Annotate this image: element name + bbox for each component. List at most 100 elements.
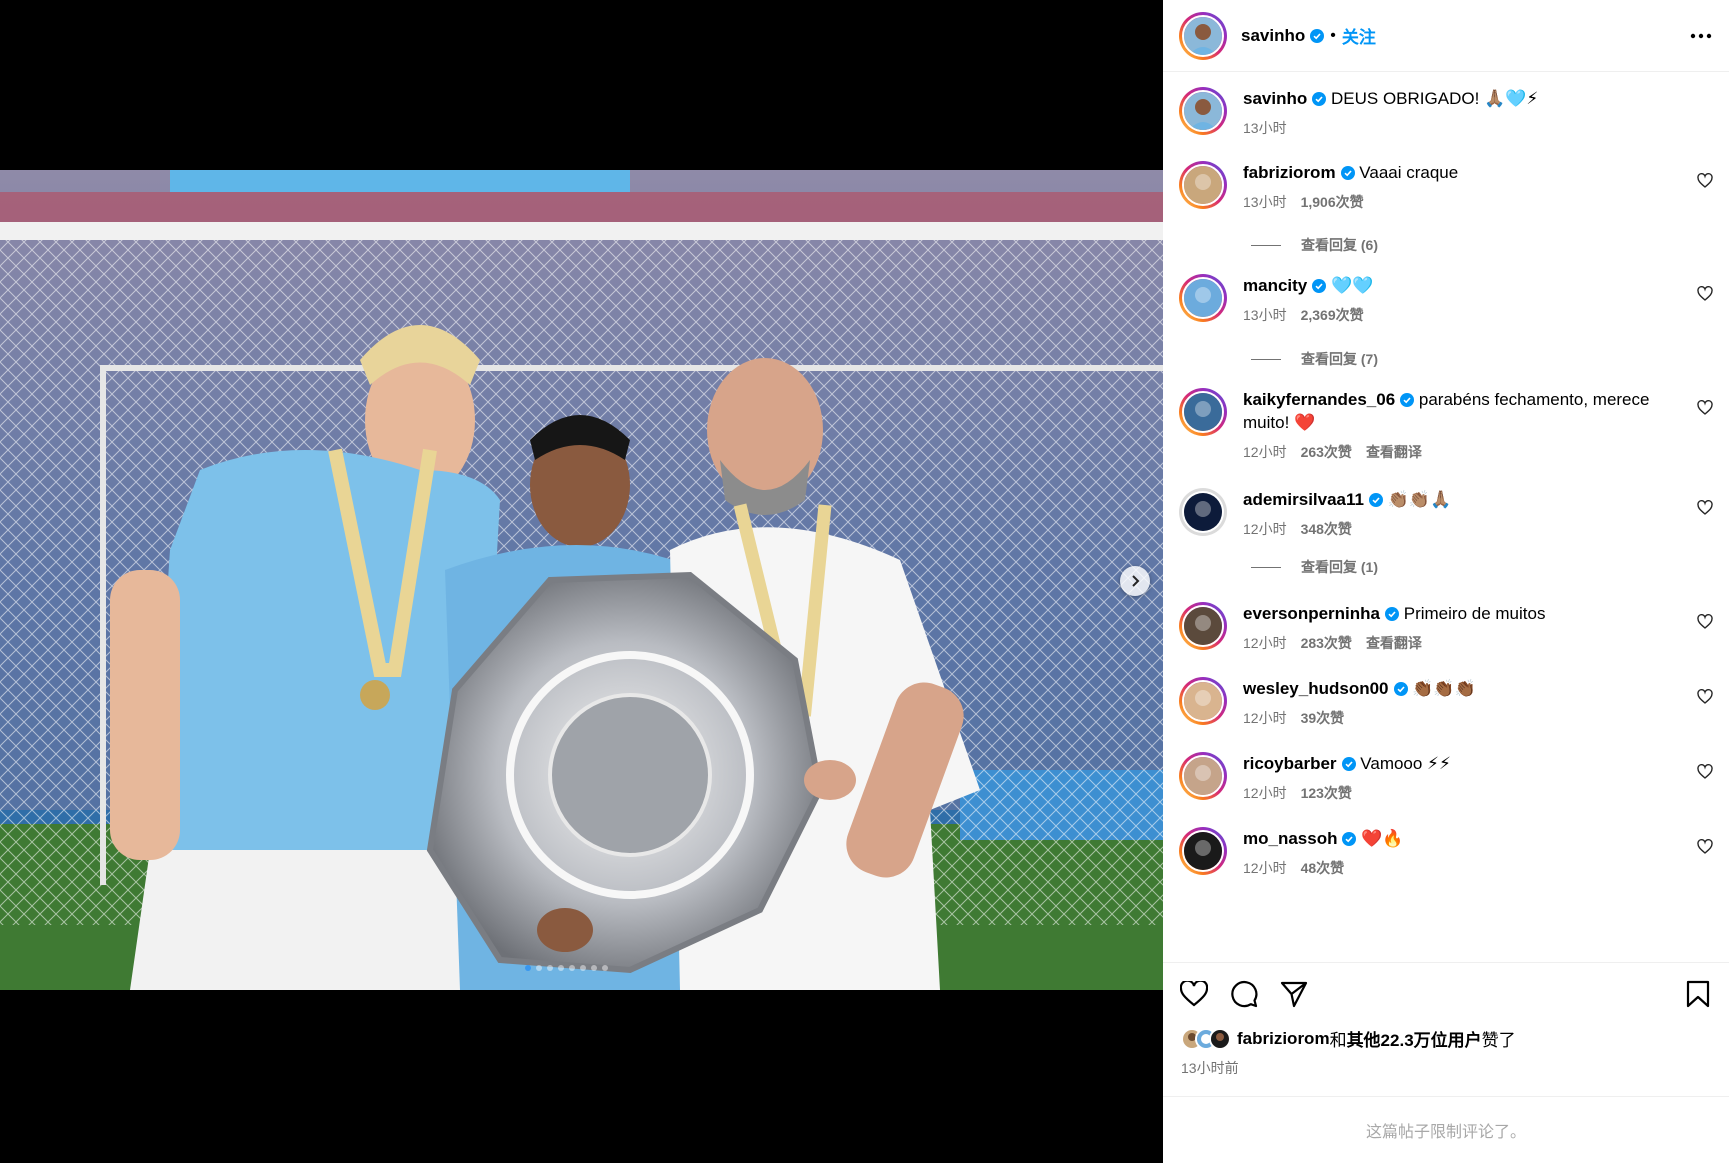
comment-likes[interactable]: 283次赞: [1301, 633, 1352, 653]
view-replies-button[interactable]: 查看回复 (6): [1251, 235, 1378, 255]
author-avatar[interactable]: [1179, 11, 1227, 60]
likes-others-link[interactable]: 其他22.3万位用户: [1347, 1026, 1482, 1051]
heart-icon[interactable]: [1697, 286, 1713, 302]
post-actions: [1163, 962, 1729, 1024]
view-replies-button[interactable]: 查看回复 (1): [1251, 557, 1378, 577]
commenter-username[interactable]: ademirsilvaa11: [1243, 490, 1364, 509]
comment-likes[interactable]: 2,369次赞: [1301, 305, 1364, 325]
translate-link[interactable]: 查看翻译: [1366, 633, 1422, 653]
comment-likes[interactable]: 39次赞: [1301, 708, 1345, 728]
comment-text: mo_nassoh ❤️🔥: [1243, 827, 1673, 850]
commenter-username[interactable]: fabriziorom: [1243, 163, 1336, 182]
verified-badge-icon: [1310, 28, 1325, 43]
avatar-image: [1182, 680, 1224, 722]
heart-icon[interactable]: [1697, 173, 1713, 189]
likes-and: 和: [1329, 1031, 1347, 1050]
verified-badge-icon: [1312, 279, 1327, 293]
comment-time[interactable]: 13小时: [1243, 305, 1287, 325]
comments-limited-notice: 这篇帖子限制评论了。: [1163, 1096, 1729, 1163]
caption-username[interactable]: savinho: [1243, 89, 1307, 108]
post-timestamp[interactable]: 13小时前: [1181, 1058, 1239, 1078]
comment-item: wesley_hudson00 👏🏾👏🏾👏🏾 12小时 39次赞: [1179, 677, 1713, 728]
commenter-username[interactable]: mo_nassoh: [1243, 829, 1337, 848]
commenter-avatar[interactable]: [1179, 274, 1227, 322]
follow-button[interactable]: 关注: [1342, 23, 1376, 48]
comment-text: wesley_hudson00 👏🏾👏🏾👏🏾: [1243, 677, 1673, 700]
more-options-button[interactable]: [1689, 24, 1713, 48]
carousel-dot: [591, 965, 597, 971]
verified-badge-icon: [1312, 92, 1327, 106]
likes-suffix: 赞了: [1481, 1031, 1516, 1050]
post-header: savinho • 关注: [1163, 0, 1729, 72]
post-photo: [0, 170, 1163, 990]
caption-avatar[interactable]: [1179, 87, 1227, 135]
header-separator: •: [1330, 26, 1336, 44]
verified-badge-icon: [1342, 832, 1357, 846]
carousel-next-button[interactable]: [1120, 566, 1150, 596]
comment-time[interactable]: 12小时: [1243, 708, 1287, 728]
carousel-dot: [525, 965, 531, 971]
comment-button[interactable]: [1229, 979, 1259, 1009]
carousel-dot: [602, 965, 608, 971]
commenter-avatar[interactable]: [1179, 752, 1227, 800]
bookmark-icon: [1686, 980, 1710, 1007]
avatar-image: [1182, 90, 1224, 132]
like-button[interactable]: [1179, 979, 1209, 1009]
comment-item: fabriziorom Vaaai craque 13小时 1,906次赞: [1179, 161, 1713, 212]
more-icon: [1690, 33, 1712, 38]
comment-time[interactable]: 12小时: [1243, 858, 1287, 878]
liker-username[interactable]: fabriziorom: [1237, 1029, 1330, 1049]
comment-likes[interactable]: 1,906次赞: [1301, 192, 1364, 212]
avatar-image: [1182, 830, 1224, 872]
replies-divider: [1251, 244, 1281, 246]
comment-item: ricoybarber Vamooo ⚡⚡ 12小时 123次赞: [1179, 752, 1713, 803]
avatar-image: [1182, 491, 1224, 533]
comment-text: fabriziorom Vaaai craque: [1243, 161, 1673, 184]
commenter-username[interactable]: ricoybarber: [1243, 754, 1337, 773]
heart-icon[interactable]: [1697, 839, 1713, 855]
heart-icon[interactable]: [1697, 500, 1713, 516]
carousel-indicator: [525, 965, 608, 971]
heart-icon[interactable]: [1697, 614, 1713, 630]
commenter-avatar[interactable]: [1179, 488, 1227, 536]
commenter-username[interactable]: wesley_hudson00: [1243, 679, 1389, 698]
comment-body: ❤️🔥: [1361, 829, 1404, 848]
translate-link[interactable]: 查看翻译: [1366, 442, 1422, 462]
comment-likes[interactable]: 123次赞: [1301, 783, 1352, 803]
share-button[interactable]: [1279, 979, 1309, 1009]
caption-body: DEUS OBRIGADO! 🙏🏽🩵⚡: [1330, 89, 1539, 108]
commenter-avatar[interactable]: [1179, 388, 1227, 436]
save-button[interactable]: [1683, 979, 1713, 1009]
comment-likes[interactable]: 48次赞: [1301, 858, 1345, 878]
commenter-username[interactable]: kaikyfernandes_06: [1243, 390, 1395, 409]
avatar-image: [1182, 14, 1224, 57]
view-replies-button[interactable]: 查看回复 (7): [1251, 349, 1378, 369]
liker-avatars[interactable]: [1181, 1027, 1231, 1050]
comment-time[interactable]: 12小时: [1243, 633, 1287, 653]
comment-time[interactable]: 12小时: [1243, 783, 1287, 803]
caption-time[interactable]: 13小时: [1243, 118, 1287, 138]
likes-summary: fabriziorom 和其他22.3万位用户 赞了: [1181, 1026, 1516, 1051]
comment-time[interactable]: 13小时: [1243, 192, 1287, 212]
heart-icon[interactable]: [1697, 400, 1713, 416]
comment-time[interactable]: 12小时: [1243, 519, 1287, 539]
comment-text: ricoybarber Vamooo ⚡⚡: [1243, 752, 1673, 775]
commenter-avatar[interactable]: [1179, 677, 1227, 725]
author-username[interactable]: savinho: [1241, 26, 1305, 46]
avatar-image: [1182, 605, 1224, 647]
commenter-username[interactable]: mancity: [1243, 276, 1307, 295]
commenter-username[interactable]: eversonperninha: [1243, 604, 1380, 623]
heart-icon: [1180, 980, 1208, 1006]
commenter-avatar[interactable]: [1179, 827, 1227, 875]
comment-time[interactable]: 12小时: [1243, 442, 1287, 462]
view-replies-label: 查看回复 (6): [1301, 237, 1378, 253]
heart-icon[interactable]: [1697, 689, 1713, 705]
comment-likes[interactable]: 263次赞: [1301, 442, 1352, 462]
comment-likes[interactable]: 348次赞: [1301, 519, 1352, 539]
avatar-image: [1182, 277, 1224, 319]
commenter-avatar[interactable]: [1179, 602, 1227, 650]
commenter-avatar[interactable]: [1179, 161, 1227, 209]
comments-list[interactable]: savinho DEUS OBRIGADO! 🙏🏽🩵⚡ 13小时 fabrizi…: [1163, 73, 1729, 961]
avatar-image: [1182, 391, 1224, 433]
heart-icon[interactable]: [1697, 764, 1713, 780]
